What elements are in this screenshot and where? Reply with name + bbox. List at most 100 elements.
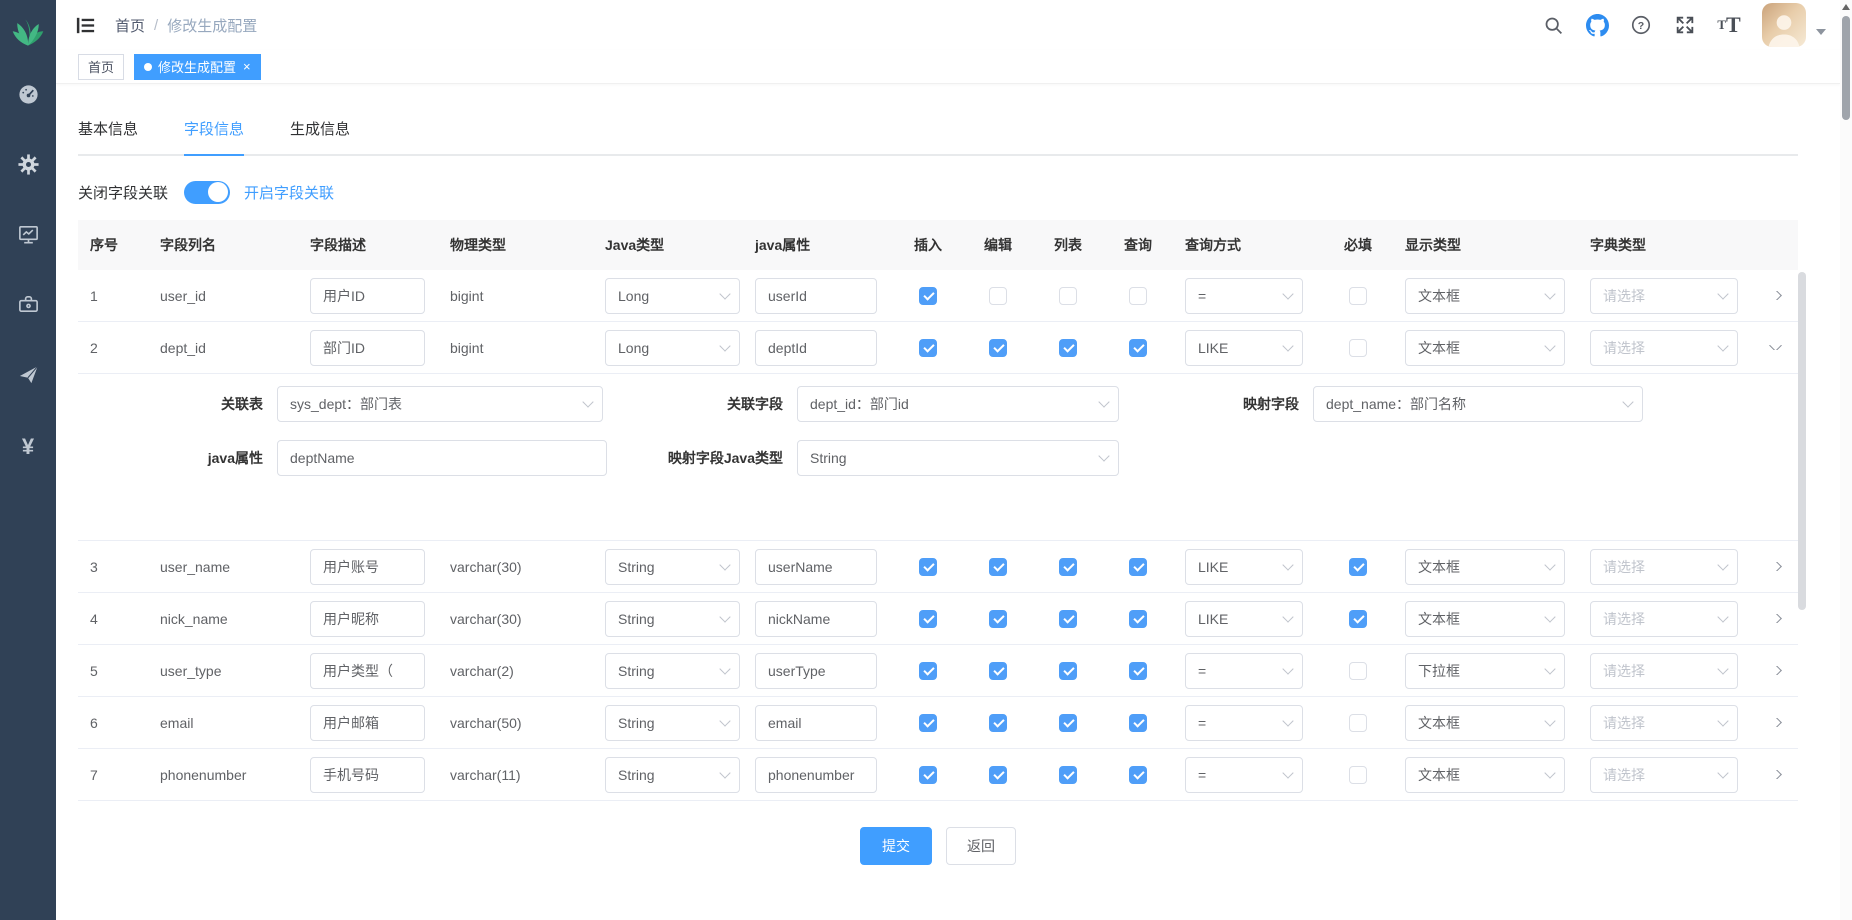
required-checkbox[interactable] bbox=[1349, 558, 1367, 576]
expand-row-icon[interactable] bbox=[1769, 345, 1782, 350]
column-desc-input[interactable] bbox=[310, 601, 425, 637]
page-scrollbar[interactable] bbox=[1840, 0, 1852, 920]
query-checkbox[interactable] bbox=[1129, 714, 1147, 732]
github-icon[interactable] bbox=[1580, 5, 1614, 45]
sidebar-item-system[interactable] bbox=[0, 132, 56, 202]
java-field-input[interactable] bbox=[755, 705, 877, 741]
query-type-select[interactable]: = bbox=[1185, 757, 1303, 793]
tab-field-info[interactable]: 字段信息 bbox=[184, 108, 244, 154]
java-field-input[interactable] bbox=[755, 330, 877, 366]
display-type-select[interactable]: 文本框 bbox=[1405, 757, 1565, 793]
list-checkbox[interactable] bbox=[1059, 339, 1077, 357]
list-checkbox[interactable] bbox=[1059, 662, 1077, 680]
insert-checkbox[interactable] bbox=[919, 714, 937, 732]
required-checkbox[interactable] bbox=[1349, 714, 1367, 732]
sidebar-fold-icon[interactable] bbox=[74, 14, 97, 37]
list-checkbox[interactable] bbox=[1059, 287, 1077, 305]
java-field-input[interactable] bbox=[755, 278, 877, 314]
edit-checkbox[interactable] bbox=[989, 558, 1007, 576]
expand-row-icon[interactable] bbox=[1769, 614, 1782, 623]
edit-checkbox[interactable] bbox=[989, 610, 1007, 628]
query-checkbox[interactable] bbox=[1129, 558, 1147, 576]
font-size-icon[interactable]: TT bbox=[1712, 5, 1746, 45]
java-attr-input[interactable] bbox=[277, 440, 607, 476]
sidebar-item-dashboard[interactable] bbox=[0, 62, 56, 132]
column-desc-input[interactable] bbox=[310, 278, 425, 314]
tag-home[interactable]: 首页 bbox=[78, 54, 124, 80]
search-icon[interactable] bbox=[1536, 5, 1570, 45]
java-type-select[interactable]: Long bbox=[605, 278, 740, 314]
close-tag-icon[interactable]: × bbox=[243, 59, 251, 74]
display-type-select[interactable]: 文本框 bbox=[1405, 549, 1565, 585]
expand-row-icon[interactable] bbox=[1769, 666, 1782, 675]
column-desc-input[interactable] bbox=[310, 757, 425, 793]
sidebar-item-pay[interactable]: ¥ bbox=[0, 412, 56, 482]
java-field-input[interactable] bbox=[755, 601, 877, 637]
query-type-select[interactable]: LIKE bbox=[1185, 549, 1303, 585]
java-type-select[interactable]: String bbox=[605, 705, 740, 741]
query-type-select[interactable]: = bbox=[1185, 653, 1303, 689]
insert-checkbox[interactable] bbox=[919, 662, 937, 680]
tag-current[interactable]: 修改生成配置 × bbox=[134, 54, 261, 80]
relation-on-label[interactable]: 开启字段关联 bbox=[244, 182, 334, 203]
edit-checkbox[interactable] bbox=[989, 287, 1007, 305]
mapping-field-select[interactable]: dept_name：部门名称 bbox=[1313, 386, 1643, 422]
table-scrollbar-thumb[interactable] bbox=[1798, 272, 1806, 610]
expand-row-icon[interactable] bbox=[1769, 770, 1782, 779]
scrollbar-up-arrow-icon[interactable] bbox=[1842, 4, 1850, 10]
java-type-select[interactable]: String bbox=[605, 757, 740, 793]
insert-checkbox[interactable] bbox=[919, 610, 937, 628]
dict-type-select[interactable]: 请选择 bbox=[1590, 601, 1738, 637]
java-field-input[interactable] bbox=[755, 549, 877, 585]
expand-row-icon[interactable] bbox=[1769, 718, 1782, 727]
list-checkbox[interactable] bbox=[1059, 714, 1077, 732]
required-checkbox[interactable] bbox=[1349, 662, 1367, 680]
submit-button[interactable]: 提交 bbox=[860, 827, 932, 865]
query-type-select[interactable]: LIKE bbox=[1185, 601, 1303, 637]
tab-basic-info[interactable]: 基本信息 bbox=[78, 108, 138, 154]
dict-type-select[interactable]: 请选择 bbox=[1590, 705, 1738, 741]
dict-type-select[interactable]: 请选择 bbox=[1590, 278, 1738, 314]
required-checkbox[interactable] bbox=[1349, 610, 1367, 628]
edit-checkbox[interactable] bbox=[989, 766, 1007, 784]
query-checkbox[interactable] bbox=[1129, 339, 1147, 357]
sidebar-item-monitor[interactable] bbox=[0, 202, 56, 272]
scrollbar-thumb[interactable] bbox=[1842, 16, 1850, 120]
java-type-select[interactable]: String bbox=[605, 601, 740, 637]
java-field-input[interactable] bbox=[755, 757, 877, 793]
breadcrumb-home[interactable]: 首页 bbox=[115, 15, 145, 36]
help-icon[interactable]: ? bbox=[1624, 5, 1658, 45]
query-checkbox[interactable] bbox=[1129, 662, 1147, 680]
dict-type-select[interactable]: 请选择 bbox=[1590, 549, 1738, 585]
insert-checkbox[interactable] bbox=[919, 339, 937, 357]
list-checkbox[interactable] bbox=[1059, 610, 1077, 628]
column-desc-input[interactable] bbox=[310, 705, 425, 741]
back-button[interactable]: 返回 bbox=[946, 827, 1016, 865]
java-type-select[interactable]: String bbox=[605, 653, 740, 689]
dict-type-select[interactable]: 请选择 bbox=[1590, 757, 1738, 793]
query-checkbox[interactable] bbox=[1129, 610, 1147, 628]
column-desc-input[interactable] bbox=[310, 330, 425, 366]
insert-checkbox[interactable] bbox=[919, 766, 937, 784]
required-checkbox[interactable] bbox=[1349, 287, 1367, 305]
relation-field-select[interactable]: dept_id：部门id bbox=[797, 386, 1119, 422]
query-type-select[interactable]: = bbox=[1185, 705, 1303, 741]
relation-switch[interactable] bbox=[184, 181, 230, 204]
display-type-select[interactable]: 文本框 bbox=[1405, 705, 1565, 741]
display-type-select[interactable]: 文本框 bbox=[1405, 278, 1565, 314]
display-type-select[interactable]: 下拉框 bbox=[1405, 653, 1565, 689]
relation-table-select[interactable]: sys_dept：部门表 bbox=[277, 386, 603, 422]
query-checkbox[interactable] bbox=[1129, 287, 1147, 305]
dict-type-select[interactable]: 请选择 bbox=[1590, 653, 1738, 689]
insert-checkbox[interactable] bbox=[919, 287, 937, 305]
edit-checkbox[interactable] bbox=[989, 662, 1007, 680]
expand-row-icon[interactable] bbox=[1769, 562, 1782, 571]
required-checkbox[interactable] bbox=[1349, 766, 1367, 784]
edit-checkbox[interactable] bbox=[989, 339, 1007, 357]
list-checkbox[interactable] bbox=[1059, 558, 1077, 576]
fullscreen-icon[interactable] bbox=[1668, 5, 1702, 45]
sidebar-item-guide[interactable] bbox=[0, 342, 56, 412]
java-type-select[interactable]: String bbox=[605, 549, 740, 585]
query-type-select[interactable]: LIKE bbox=[1185, 330, 1303, 366]
display-type-select[interactable]: 文本框 bbox=[1405, 601, 1565, 637]
